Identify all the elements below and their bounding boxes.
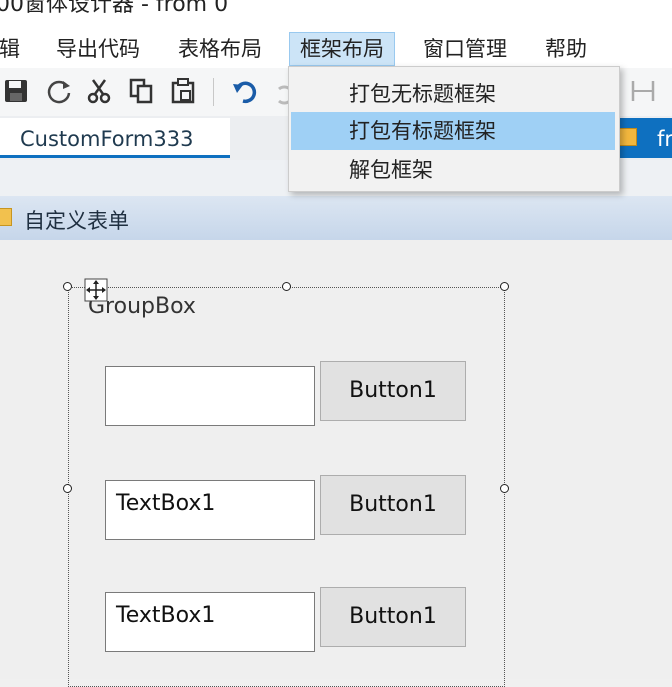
tab-form-label: fr [657,127,672,151]
resize-handle-top-left[interactable] [63,282,72,291]
resize-handle-top-right[interactable] [500,282,509,291]
cut-icon[interactable] [84,76,114,106]
form-title: 自定义表单 [24,209,129,233]
textbox-3[interactable]: TextBox1 [105,592,315,652]
textbox-2[interactable]: TextBox1 [105,480,315,540]
form-title-bar: 自定义表单 [0,196,672,240]
move-icon[interactable] [84,278,108,302]
refresh-icon[interactable] [44,76,74,106]
menu-edit[interactable]: 编辑 [0,33,20,65]
menu-window-manage[interactable]: 窗口管理 [423,33,507,65]
menu-frame-layout[interactable]: 框架布局 [289,32,395,66]
menu-item-pack-titled-frame[interactable]: 打包有标题框架 [291,112,615,150]
menu-export-code[interactable]: 导出代码 [56,33,140,65]
tab-customform-label: CustomForm333 [20,127,194,151]
menu-item-pack-untitled-frame[interactable]: 打包无标题框架 [291,75,615,113]
form-icon [0,208,12,226]
menu-item-unpack-frame[interactable]: 解包框架 [291,151,615,189]
menu-help[interactable]: 帮助 [545,33,587,65]
menu-table-layout[interactable]: 表格布局 [178,33,262,65]
textbox-2-value: TextBox1 [116,491,216,516]
tab-customform[interactable]: CustomForm333 [0,118,230,158]
form-icon [617,128,637,146]
window-title-bar: 00窗体设计器 - from 0 [0,0,672,30]
resize-handle-top-middle[interactable] [282,282,291,291]
paste-icon[interactable] [168,76,198,106]
resize-handle-middle-left[interactable] [63,484,72,493]
save-icon[interactable] [2,76,32,106]
undo-icon[interactable] [230,76,260,106]
resize-handle-middle-right[interactable] [500,484,509,493]
textbox-3-value: TextBox1 [116,603,216,628]
layout-icon[interactable] [628,76,658,106]
button-3[interactable]: Button1 [320,587,466,647]
frame-layout-dropdown: 打包无标题框架 打包有标题框架 解包框架 [288,66,620,192]
toolbar-separator [213,78,214,106]
window-title: 00窗体设计器 - from 0 [0,0,229,17]
button-2[interactable]: Button1 [320,475,466,535]
textbox-1[interactable] [105,366,315,426]
copy-icon[interactable] [126,76,156,106]
button-1[interactable]: Button1 [320,361,466,421]
menu-bar: 编辑 导出代码 表格布局 框架布局 窗口管理 帮助 [0,30,672,68]
